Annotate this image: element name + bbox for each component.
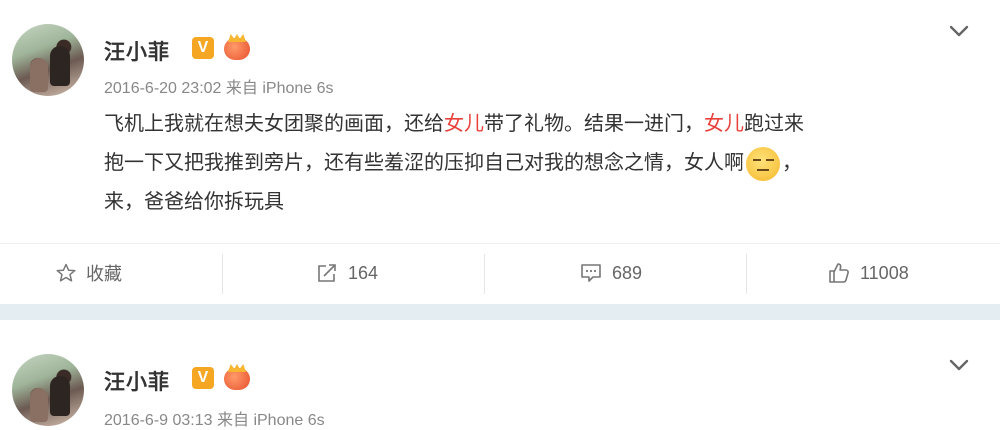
timestamp[interactable]: 2016-6-9 03:13 <box>104 412 213 429</box>
weibo-post: 汪小菲 V 2016-6-20 23:02 来自 iPhone 6s 飞机上我就… <box>0 0 1000 304</box>
post-meta: 2016-6-20 23:02 来自 iPhone 6s <box>104 74 334 98</box>
post-content: 飞机上我就在想夫女团聚的画面，还给女儿带了礼物。结果一进门，女儿跑过来 抱一下又… <box>104 104 984 221</box>
avatar[interactable] <box>12 354 84 426</box>
text: 抱一下又把我推到旁片，还有些羞涩的压抑自己对我的想念之情，女人啊 <box>104 150 744 174</box>
emoji-icon <box>746 146 780 181</box>
favorite-label: 收藏 <box>86 264 122 284</box>
text: ， <box>782 150 802 174</box>
repost-button[interactable]: 164 <box>316 244 378 302</box>
divider <box>746 254 747 294</box>
favorite-button[interactable]: 收藏 <box>56 244 122 302</box>
chevron-down-icon[interactable] <box>948 354 970 376</box>
chevron-down-icon[interactable] <box>948 20 970 42</box>
highlight-link[interactable]: 女儿 <box>444 111 484 135</box>
content-line: 抱一下又把我推到旁片，还有些羞涩的压抑自己对我的想念之情，女人啊 ， <box>104 143 984 182</box>
post-meta: 2016-6-9 03:13 来自 iPhone 6s <box>104 406 325 430</box>
comment-count: 689 <box>612 262 643 283</box>
text: 跑过来 <box>744 111 804 135</box>
action-bar: 收藏 164 689 11008 <box>0 243 1000 302</box>
source-prefix: 来自 <box>225 80 258 97</box>
comment-icon <box>581 264 601 282</box>
repost-count: 164 <box>348 262 379 283</box>
vip-crown-icon[interactable] <box>224 38 250 60</box>
like-count: 11008 <box>860 262 909 283</box>
source-device: iPhone 6s <box>253 412 325 429</box>
like-button[interactable]: 11008 <box>828 244 909 302</box>
source-device: iPhone 6s <box>262 80 334 97</box>
vip-crown-icon[interactable] <box>224 368 250 390</box>
divider <box>222 254 223 294</box>
feed-separator <box>0 304 1000 320</box>
comment-button[interactable]: 689 <box>580 244 642 302</box>
timestamp[interactable]: 2016-6-20 23:02 <box>104 80 221 97</box>
avatar[interactable] <box>12 24 84 96</box>
verified-badge: V <box>192 37 214 59</box>
divider <box>484 254 485 294</box>
like-icon <box>829 263 849 283</box>
verified-badge: V <box>192 367 214 389</box>
source-prefix: 来自 <box>216 412 249 429</box>
username[interactable]: 汪小菲 <box>104 366 170 396</box>
weibo-post: 汪小菲 V 2016-6-9 03:13 来自 iPhone 6s <box>0 320 1000 429</box>
highlight-link[interactable]: 女儿 <box>704 111 744 135</box>
content-line: 来，爸爸给你拆玩具 <box>104 189 284 213</box>
text: 飞机上我就在想夫女团聚的画面，还给 <box>104 111 444 135</box>
text: 带了礼物。结果一进门， <box>484 111 704 135</box>
content-line: 飞机上我就在想夫女团聚的画面，还给女儿带了礼物。结果一进门，女儿跑过来 <box>104 104 984 143</box>
repost-icon <box>318 264 336 282</box>
star-icon <box>56 263 76 282</box>
username[interactable]: 汪小菲 <box>104 36 170 66</box>
